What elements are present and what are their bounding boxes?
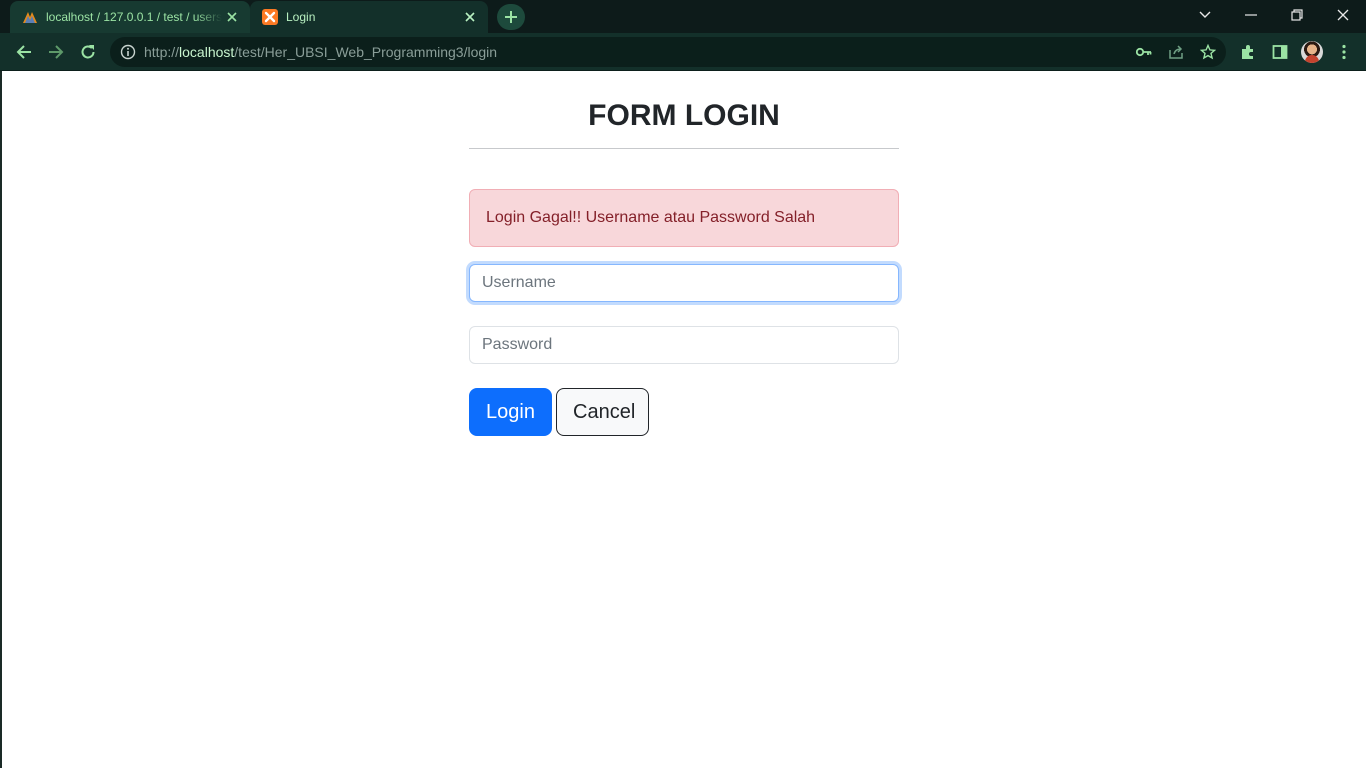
login-button[interactable]: Login — [469, 388, 552, 436]
arrow-right-icon — [49, 45, 64, 59]
profile-avatar[interactable] — [1301, 41, 1323, 63]
new-tab-button[interactable] — [497, 4, 525, 30]
password-input[interactable] — [469, 326, 899, 364]
login-form: FORM LOGIN Login Gagal!! Username atau P… — [469, 71, 899, 436]
minimize-button[interactable] — [1228, 0, 1274, 30]
kebab-menu-icon — [1342, 44, 1346, 60]
menu-button[interactable] — [1334, 42, 1354, 62]
share-icon — [1169, 45, 1183, 59]
share-button[interactable] — [1166, 42, 1186, 62]
tab-title: Login — [286, 10, 316, 24]
error-alert: Login Gagal!! Username atau Password Sal… — [469, 189, 899, 247]
reload-icon — [81, 45, 95, 59]
browser-toolbar: http://localhost/test/Her_UBSI_Web_Progr… — [0, 33, 1366, 71]
tab-login[interactable]: Login — [250, 1, 488, 33]
forward-button[interactable] — [43, 39, 69, 65]
cancel-button[interactable]: Cancel — [556, 388, 649, 436]
close-tab-icon[interactable] — [460, 7, 480, 27]
xampp-favicon-icon — [262, 9, 278, 25]
browser-titlebar: localhost / 127.0.0.1 / test / users Log… — [0, 0, 1366, 33]
url-scheme: http:// — [144, 44, 180, 60]
username-input[interactable] — [469, 264, 899, 302]
star-icon — [1200, 44, 1216, 60]
phpmyadmin-favicon-icon — [22, 9, 38, 25]
chevron-down-icon — [1199, 11, 1211, 18]
back-button[interactable] — [11, 39, 37, 65]
key-icon — [1136, 47, 1152, 57]
url-path: /test/Her_UBSI_Web_Programming3/login — [234, 44, 498, 60]
tab-search-button[interactable] — [1182, 0, 1228, 30]
reload-button[interactable] — [75, 39, 101, 65]
url-host: localhost — [179, 44, 235, 60]
tab-phpmyadmin[interactable]: localhost / 127.0.0.1 / test / users — [10, 1, 250, 33]
password-key-button[interactable] — [1134, 42, 1154, 62]
close-tab-icon[interactable] — [222, 7, 242, 27]
error-alert-text: Login Gagal!! Username atau Password Sal… — [486, 209, 816, 226]
close-window-button[interactable] — [1320, 0, 1366, 30]
side-panel-icon — [1272, 45, 1288, 59]
minimize-icon — [1245, 14, 1257, 16]
tab-title: localhost / 127.0.0.1 / test / users — [46, 10, 222, 24]
puzzle-icon — [1242, 45, 1253, 59]
form-actions: Login Cancel — [469, 388, 899, 436]
info-icon[interactable] — [120, 44, 136, 60]
plus-icon — [505, 11, 517, 23]
page-title: FORM LOGIN — [588, 99, 780, 132]
close-icon — [1337, 9, 1349, 21]
title-divider — [469, 148, 899, 149]
side-panel-button[interactable] — [1270, 42, 1290, 62]
arrow-left-icon — [16, 45, 31, 59]
bookmark-button[interactable] — [1198, 42, 1218, 62]
extensions-button[interactable] — [1238, 42, 1258, 62]
restore-button[interactable] — [1274, 0, 1320, 30]
address-bar[interactable]: http://localhost/test/Her_UBSI_Web_Progr… — [110, 37, 1226, 67]
restore-icon — [1291, 9, 1303, 21]
url-text[interactable]: http://localhost/test/Her_UBSI_Web_Progr… — [144, 44, 497, 60]
page-viewport: FORM LOGIN Login Gagal!! Username atau P… — [2, 71, 1366, 768]
